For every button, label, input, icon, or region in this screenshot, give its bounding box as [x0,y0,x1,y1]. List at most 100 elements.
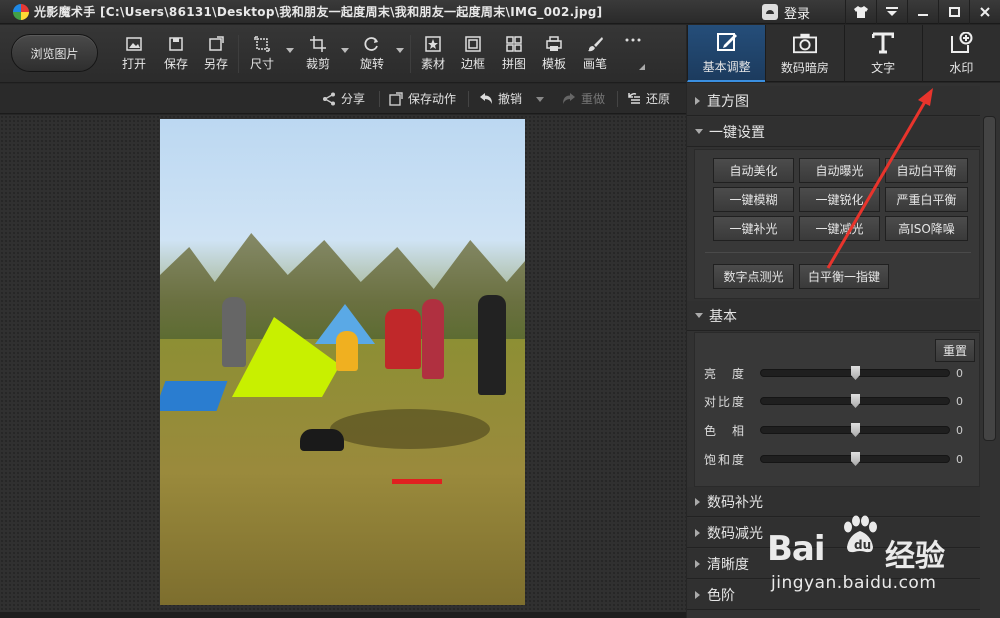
tab-basic-adjust[interactable]: 基本调整 [687,25,766,82]
share-icon [322,92,336,106]
section-one-click[interactable]: 一键设置 [687,117,980,147]
photo-backpack [300,429,344,451]
login-button[interactable]: 登录 [762,2,810,22]
share-button[interactable]: 分享 [322,90,365,107]
login-label: 登录 [784,6,811,22]
spot-metering-button[interactable]: 数字点测光 [713,264,794,289]
photo-preview[interactable] [160,119,525,605]
save-as-button[interactable]: 另存 [204,35,228,75]
photo-person [222,297,246,367]
border-icon [464,35,482,53]
user-icon [762,4,778,20]
tab-text[interactable]: 文字 [843,25,922,82]
collage-button[interactable]: 拼图 [502,35,526,75]
section-digital-fill-light[interactable]: 数码补光 [687,487,980,517]
white-balance-picker-button[interactable]: 白平衡一指键 [799,264,889,289]
image-canvas[interactable] [0,115,686,612]
resize-button[interactable]: 尺寸 [250,35,274,75]
save-label: 保存 [164,57,189,71]
redo-icon [562,92,576,106]
text-icon [871,31,895,55]
brush-button[interactable]: 画笔 [583,35,607,75]
tab-text-label: 文字 [871,61,896,75]
auto-exposure-button[interactable]: 自动曝光 [799,158,880,183]
rotate-dropdown-icon[interactable] [396,48,404,53]
expand-icon [695,497,700,506]
photo-person [385,309,421,369]
auto-white-balance-button[interactable]: 自动白平衡 [885,158,968,183]
photo-scooter [392,454,442,484]
restore-button[interactable]: 还原 [627,90,670,107]
dropdown-icon[interactable] [876,0,907,24]
undo-button[interactable]: 撤销 [479,90,522,107]
hue-slider-thumb[interactable] [851,423,860,437]
material-button[interactable]: 素材 [421,35,445,75]
save-button[interactable]: 保存 [164,35,188,75]
contrast-label: 对比度 [704,394,747,409]
photo-person [478,295,506,395]
section-histogram-label: 直方图 [707,93,749,110]
saturation-slider-thumb[interactable] [851,452,860,466]
saturation-label: 饱和度 [704,452,747,467]
open-icon [125,35,143,53]
save-action-icon [389,91,403,106]
watermark-brand: Bai [767,529,826,569]
contrast-slider-thumb[interactable] [851,394,860,408]
watermark-icon [949,31,973,55]
open-button[interactable]: 打开 [122,35,146,75]
section-basic[interactable]: 基本 [687,301,980,331]
crop-icon [309,35,327,53]
high-iso-denoise-button[interactable]: 高ISO降噪 [885,216,968,241]
brightness-slider-thumb[interactable] [851,366,860,380]
save-action-button[interactable]: 保存动作 [389,90,456,107]
shirt-icon[interactable] [845,0,876,24]
brightness-value: 0 [956,366,963,380]
rotate-icon [363,35,381,53]
redo-button[interactable]: 重做 [562,90,605,107]
one-click-fill-light-button[interactable]: 一键补光 [713,216,794,241]
brightness-label: 亮 度 [704,366,747,381]
maximize-icon[interactable] [938,0,969,24]
auto-beautify-button[interactable]: 自动美化 [713,158,794,183]
resize-dropdown-icon[interactable] [286,48,294,53]
crop-button[interactable]: 裁剪 [306,35,330,75]
expand-icon [695,528,700,537]
one-click-reduce-light-button[interactable]: 一键减光 [799,216,880,241]
section-histogram[interactable]: 直方图 [687,86,980,116]
section-label: 清晰度 [707,556,749,573]
tab-watermark[interactable]: 水印 [921,25,1000,82]
hue-slider[interactable] [760,423,950,437]
reset-button[interactable]: 重置 [935,339,975,362]
close-icon[interactable] [969,0,1000,24]
browse-images-button[interactable]: 浏览图片 [11,34,98,72]
share-label: 分享 [341,92,366,106]
window-controls [845,0,1000,24]
save-icon [167,35,185,53]
camera-icon [792,31,817,55]
one-click-blur-button[interactable]: 一键模糊 [713,187,794,212]
template-button[interactable]: 模板 [542,35,566,75]
status-strip [0,612,686,618]
print-icon [545,35,563,53]
minimize-icon[interactable] [907,0,938,24]
expand-icon [695,559,700,568]
crop-dropdown-icon[interactable] [341,48,349,53]
border-button[interactable]: 边框 [461,35,485,75]
saturation-slider[interactable] [760,452,950,466]
undo-icon [479,92,493,106]
brightness-slider[interactable] [760,366,950,380]
one-click-sharpen-button[interactable]: 一键锐化 [799,187,880,212]
toolbar-expand-icon[interactable] [639,64,645,70]
undo-dropdown-icon[interactable] [536,97,544,102]
rotate-label: 旋转 [360,57,385,71]
rotate-button[interactable]: 旋转 [360,35,384,75]
tab-basic-adjust-label: 基本调整 [702,60,751,74]
tab-darkroom-label: 数码暗房 [780,61,829,75]
severe-white-balance-button[interactable]: 严重白平衡 [885,187,968,212]
collapse-icon [695,313,703,318]
contrast-slider[interactable] [760,394,950,408]
panel-scrollbar[interactable] [983,116,996,441]
tab-watermark-label: 水印 [949,61,974,75]
tab-darkroom[interactable]: 数码暗房 [765,25,843,82]
watermark-cn: 经验 [885,539,945,574]
